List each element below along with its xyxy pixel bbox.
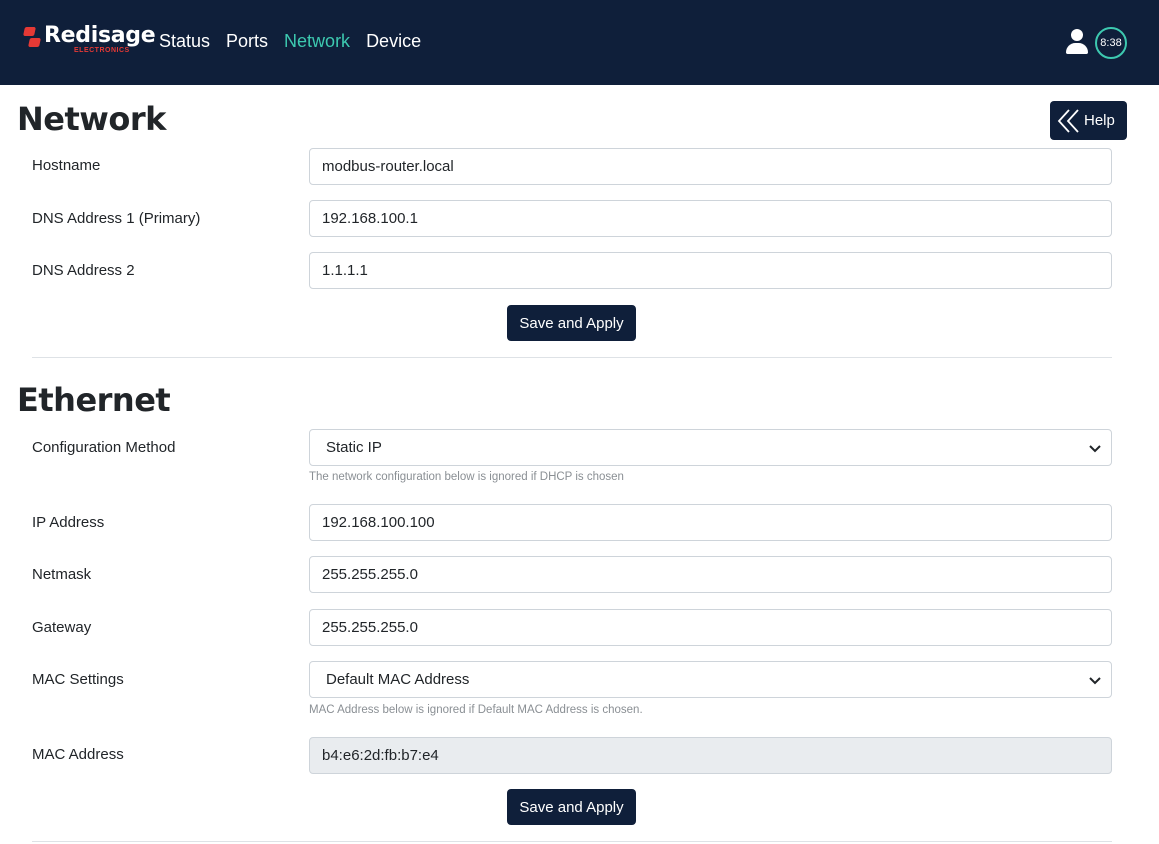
nav-status[interactable]: Status: [159, 31, 210, 52]
dns2-input[interactable]: 1.1.1.1: [309, 252, 1112, 289]
brand-name: Redisage: [44, 23, 156, 48]
mac-settings-value: Default MAC Address: [326, 671, 470, 688]
hostname-input[interactable]: modbus-router.local: [309, 148, 1112, 185]
brand-logo[interactable]: Redisage ELECTRONICS: [23, 23, 156, 59]
help-button[interactable]: Help: [1050, 101, 1127, 140]
dns2-value: 1.1.1.1: [322, 262, 368, 279]
mac-settings-label: MAC Settings: [32, 671, 124, 688]
ip-label: IP Address: [32, 514, 105, 531]
dns1-input[interactable]: 192.168.100.1: [309, 200, 1112, 237]
hostname-value: modbus-router.local: [322, 158, 454, 175]
logo-mark-icon: [23, 27, 42, 47]
dns1-value: 192.168.100.1: [322, 210, 418, 227]
config-method-value: Static IP: [326, 439, 382, 456]
nav-ports[interactable]: Ports: [226, 31, 268, 52]
config-method-hint: The network configuration below is ignor…: [309, 471, 624, 483]
netmask-label: Netmask: [32, 566, 92, 583]
chevron-down-icon: [1089, 676, 1101, 684]
ethernet-save-button[interactable]: Save and Apply: [507, 789, 636, 825]
hostname-label: Hostname: [32, 157, 101, 174]
netmask-input[interactable]: 255.255.255.0: [309, 556, 1112, 593]
ip-value: 192.168.100.100: [322, 514, 435, 531]
main-nav: Status Ports Network Device: [159, 31, 421, 52]
user-icon[interactable]: [1065, 29, 1089, 55]
mac-address-label: MAC Address: [32, 746, 124, 763]
nav-device[interactable]: Device: [366, 31, 421, 52]
netmask-value: 255.255.255.0: [322, 566, 418, 583]
nav-network[interactable]: Network: [284, 31, 350, 52]
ethernet-title: Ethernet: [17, 381, 171, 419]
brand-subtitle: ELECTRONICS: [74, 47, 130, 54]
session-timer: 8:38: [1095, 27, 1127, 59]
section-divider: [32, 841, 1112, 842]
help-label: Help: [1084, 112, 1115, 129]
mac-address-value: b4:e6:2d:fb:b7:e4: [322, 747, 439, 764]
mac-settings-hint: MAC Address below is ignored if Default …: [309, 704, 643, 716]
gateway-label: Gateway: [32, 619, 92, 636]
network-title: Network: [17, 100, 166, 138]
config-method-select[interactable]: Static IP: [309, 429, 1112, 466]
chevron-down-icon: [1089, 444, 1101, 452]
gateway-value: 255.255.255.0: [322, 619, 418, 636]
gateway-input[interactable]: 255.255.255.0: [309, 609, 1112, 646]
top-navbar: Redisage ELECTRONICS Status Ports Networ…: [0, 0, 1159, 85]
mac-address-input: b4:e6:2d:fb:b7:e4: [309, 737, 1112, 774]
mac-settings-select[interactable]: Default MAC Address: [309, 661, 1112, 698]
section-divider: [32, 357, 1112, 358]
double-chevron-left-icon: [1057, 108, 1079, 133]
network-save-button[interactable]: Save and Apply: [507, 305, 636, 341]
dns1-label: DNS Address 1 (Primary): [32, 210, 201, 227]
ip-input[interactable]: 192.168.100.100: [309, 504, 1112, 541]
dns2-label: DNS Address 2: [32, 262, 135, 279]
config-method-label: Configuration Method: [32, 439, 176, 456]
